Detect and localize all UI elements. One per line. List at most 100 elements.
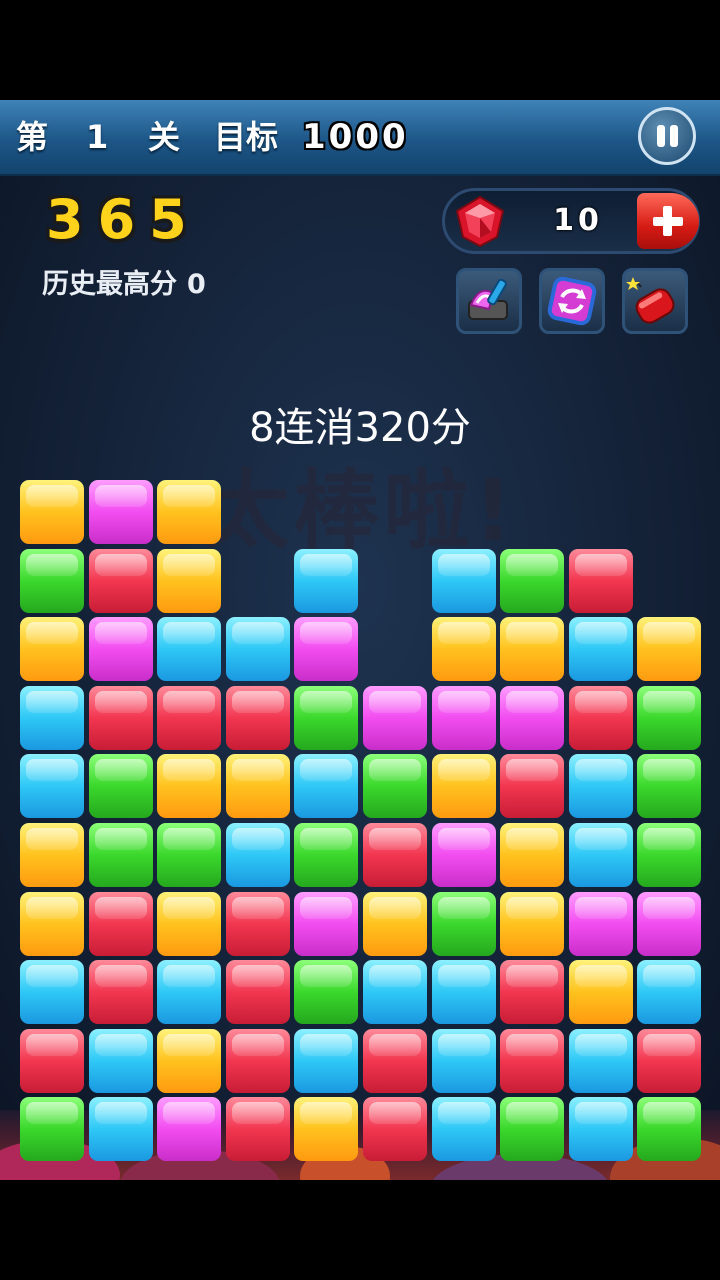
tile-green[interactable] bbox=[637, 1097, 701, 1161]
tile-blue[interactable] bbox=[157, 960, 221, 1024]
tile-pink[interactable] bbox=[294, 892, 358, 956]
tile-yellow[interactable] bbox=[20, 823, 84, 887]
tile-red[interactable] bbox=[637, 1029, 701, 1093]
tile-green[interactable] bbox=[363, 754, 427, 818]
tile-blue[interactable] bbox=[294, 549, 358, 613]
tile-green[interactable] bbox=[637, 686, 701, 750]
tile-blue[interactable] bbox=[294, 754, 358, 818]
best-score: 历史最高分 0 bbox=[42, 262, 206, 301]
tile-green[interactable] bbox=[432, 892, 496, 956]
tile-red[interactable] bbox=[569, 549, 633, 613]
tile-green[interactable] bbox=[637, 823, 701, 887]
tile-yellow[interactable] bbox=[20, 892, 84, 956]
bomb-tool-button[interactable] bbox=[622, 268, 688, 334]
tile-blue[interactable] bbox=[432, 960, 496, 1024]
tile-red[interactable] bbox=[500, 1029, 564, 1093]
tile-blue[interactable] bbox=[363, 960, 427, 1024]
tile-yellow[interactable] bbox=[157, 1029, 221, 1093]
tile-pink[interactable] bbox=[432, 686, 496, 750]
tile-pink[interactable] bbox=[157, 1097, 221, 1161]
tile-yellow[interactable] bbox=[157, 549, 221, 613]
tile-red[interactable] bbox=[157, 686, 221, 750]
tile-pink[interactable] bbox=[89, 480, 153, 544]
tile-yellow[interactable] bbox=[569, 960, 633, 1024]
tile-green[interactable] bbox=[294, 960, 358, 1024]
tile-pink[interactable] bbox=[500, 686, 564, 750]
tile-blue[interactable] bbox=[569, 1029, 633, 1093]
tile-red[interactable] bbox=[226, 1029, 290, 1093]
level-header: 第 1 关 目标 1000 bbox=[0, 100, 720, 176]
tile-yellow[interactable] bbox=[157, 480, 221, 544]
tile-yellow[interactable] bbox=[20, 480, 84, 544]
tile-red[interactable] bbox=[226, 892, 290, 956]
tile-red[interactable] bbox=[226, 960, 290, 1024]
tile-blue[interactable] bbox=[89, 1097, 153, 1161]
paint-brush-tool-button[interactable] bbox=[456, 268, 522, 334]
tile-green[interactable] bbox=[500, 549, 564, 613]
tile-red[interactable] bbox=[500, 754, 564, 818]
tile-blue[interactable] bbox=[569, 617, 633, 681]
tile-yellow[interactable] bbox=[363, 892, 427, 956]
tile-red[interactable] bbox=[500, 960, 564, 1024]
tile-yellow[interactable] bbox=[20, 617, 84, 681]
tile-red[interactable] bbox=[89, 549, 153, 613]
tile-yellow[interactable] bbox=[294, 1097, 358, 1161]
tile-blue[interactable] bbox=[20, 960, 84, 1024]
shuffle-tool-button[interactable] bbox=[539, 268, 605, 334]
tile-green[interactable] bbox=[500, 1097, 564, 1161]
current-score: 365 bbox=[46, 188, 201, 251]
tile-red[interactable] bbox=[226, 1097, 290, 1161]
tile-yellow[interactable] bbox=[637, 617, 701, 681]
pause-button[interactable] bbox=[638, 107, 696, 165]
tile-blue[interactable] bbox=[432, 1097, 496, 1161]
tile-yellow[interactable] bbox=[157, 754, 221, 818]
tile-green[interactable] bbox=[20, 549, 84, 613]
tile-pink[interactable] bbox=[432, 823, 496, 887]
tile-yellow[interactable] bbox=[226, 754, 290, 818]
tile-blue[interactable] bbox=[89, 1029, 153, 1093]
level-suffix: 关 bbox=[148, 118, 181, 156]
tile-pink[interactable] bbox=[637, 892, 701, 956]
tile-red[interactable] bbox=[89, 960, 153, 1024]
tile-green[interactable] bbox=[89, 754, 153, 818]
tile-red[interactable] bbox=[363, 1097, 427, 1161]
tile-yellow[interactable] bbox=[432, 754, 496, 818]
tile-blue[interactable] bbox=[569, 754, 633, 818]
tile-blue[interactable] bbox=[432, 1029, 496, 1093]
tile-blue[interactable] bbox=[20, 754, 84, 818]
tile-red[interactable] bbox=[363, 1029, 427, 1093]
target-value: 1000 bbox=[302, 117, 409, 157]
tile-red[interactable] bbox=[363, 823, 427, 887]
tile-red[interactable] bbox=[569, 686, 633, 750]
tile-red[interactable] bbox=[20, 1029, 84, 1093]
add-gems-button[interactable] bbox=[637, 193, 699, 249]
tile-green[interactable] bbox=[637, 754, 701, 818]
tile-pink[interactable] bbox=[569, 892, 633, 956]
tile-green[interactable] bbox=[20, 1097, 84, 1161]
tile-blue[interactable] bbox=[569, 1097, 633, 1161]
tile-green[interactable] bbox=[294, 823, 358, 887]
tile-yellow[interactable] bbox=[432, 617, 496, 681]
target-label: 目标 bbox=[214, 118, 279, 156]
tile-blue[interactable] bbox=[226, 617, 290, 681]
tile-yellow[interactable] bbox=[157, 892, 221, 956]
tile-blue[interactable] bbox=[226, 823, 290, 887]
tile-green[interactable] bbox=[89, 823, 153, 887]
tile-yellow[interactable] bbox=[500, 892, 564, 956]
tile-pink[interactable] bbox=[89, 617, 153, 681]
tile-blue[interactable] bbox=[432, 549, 496, 613]
tile-blue[interactable] bbox=[157, 617, 221, 681]
tile-yellow[interactable] bbox=[500, 617, 564, 681]
tile-green[interactable] bbox=[294, 686, 358, 750]
tile-red[interactable] bbox=[89, 892, 153, 956]
tile-red[interactable] bbox=[89, 686, 153, 750]
tile-pink[interactable] bbox=[363, 686, 427, 750]
tile-blue[interactable] bbox=[294, 1029, 358, 1093]
tile-blue[interactable] bbox=[637, 960, 701, 1024]
tile-pink[interactable] bbox=[294, 617, 358, 681]
tile-yellow[interactable] bbox=[500, 823, 564, 887]
tile-green[interactable] bbox=[157, 823, 221, 887]
tile-blue[interactable] bbox=[569, 823, 633, 887]
tile-blue[interactable] bbox=[20, 686, 84, 750]
tile-red[interactable] bbox=[226, 686, 290, 750]
